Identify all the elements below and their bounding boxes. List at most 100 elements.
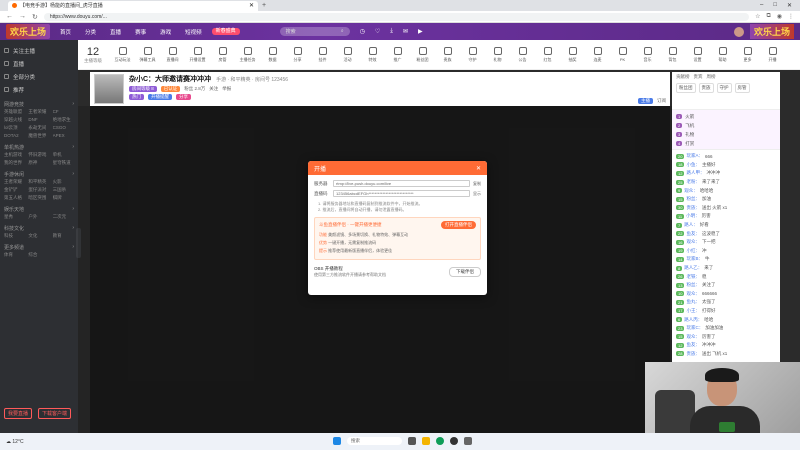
toolbar-tool[interactable]: 背包	[660, 46, 685, 63]
chat-username[interactable]: 小鱼：	[686, 162, 700, 168]
sidebar-item-follow[interactable]: 关注主播	[4, 44, 74, 57]
chat-username[interactable]: 路人丙：	[684, 317, 702, 323]
room-stat[interactable]: 举报	[222, 86, 231, 92]
new-tab-button[interactable]: +	[262, 2, 266, 9]
category-link[interactable]: DOTA2	[4, 133, 25, 139]
back-icon[interactable]: ←	[6, 13, 13, 20]
close-window-button[interactable]: ✕	[787, 2, 792, 9]
maximize-button[interactable]: □	[773, 2, 777, 9]
room-tag[interactable]: 开播提醒	[148, 94, 172, 100]
toolbar-tool[interactable]: 直播间	[160, 46, 185, 63]
chat-username[interactable]: 鱼友：	[686, 342, 700, 348]
sidebar-item-categories[interactable]: 全部分类	[4, 70, 74, 83]
chat-username[interactable]: 老铁：	[686, 274, 700, 280]
rank-row[interactable]: 1 火箭	[676, 112, 776, 121]
extensions-icon[interactable]: ⧉	[766, 13, 770, 20]
sidebar-section-header[interactable]: 网游竞技 ›	[4, 101, 74, 109]
category-link[interactable]: 蛋仔派对	[28, 187, 49, 193]
taskbar-search[interactable]: 搜索	[347, 437, 402, 445]
toolbar-tool[interactable]: 互动玩法	[110, 46, 135, 63]
category-link[interactable]: 暗区突围	[28, 195, 49, 201]
toolbar-tool[interactable]: PK	[610, 46, 635, 63]
address-bar[interactable]: https://www.douyu.com/...	[43, 12, 750, 21]
toolbar-tool[interactable]: 主播任务	[235, 46, 260, 63]
file-explorer-icon[interactable]	[422, 437, 430, 445]
category-link[interactable]: 我的世界	[4, 160, 25, 166]
open-companion-button[interactable]: 打开直播伴侣	[441, 221, 476, 229]
reload-icon[interactable]: ↻	[32, 13, 38, 21]
room-right-info[interactable]: 订阅	[657, 98, 666, 104]
category-link[interactable]: 绝地求生	[53, 117, 74, 123]
sidebar-section-header[interactable]: 科技文化 ›	[4, 225, 74, 233]
toolbar-tool[interactable]: 开播设置	[185, 46, 210, 63]
toolbar-tool[interactable]: 贵族	[435, 46, 460, 63]
category-link[interactable]: 怀旧游戏	[28, 152, 49, 158]
chat-username[interactable]: 鱼丸：	[686, 299, 700, 305]
follow-icon[interactable]: ♡	[375, 28, 380, 35]
sidebar-section-header[interactable]: 娱乐天地 ›	[4, 206, 74, 214]
tab-fans[interactable]: 粉丝团	[676, 83, 696, 93]
category-link[interactable]: 星穹铁道	[53, 160, 74, 166]
chat-username[interactable]: 路人乙：	[684, 265, 702, 271]
toolbar-tool[interactable]: 礼物	[485, 46, 510, 63]
obs-icon[interactable]	[450, 437, 458, 445]
category-link[interactable]: 魔兽世界	[28, 133, 49, 139]
sidebar-section-header[interactable]: 手游休闲 ›	[4, 171, 74, 179]
category-link[interactable]: 和平精英	[28, 179, 49, 185]
chat-username[interactable]: 小王：	[686, 308, 700, 314]
chat-username[interactable]: 玩家A：	[686, 153, 703, 159]
category-link[interactable]: 三国杀	[53, 187, 74, 193]
category-link[interactable]: 原神	[28, 160, 49, 166]
category-link[interactable]: lol云顶	[4, 125, 25, 131]
category-link[interactable]: 主机游戏	[4, 152, 25, 158]
event-badge[interactable]: 新春盛典	[211, 28, 240, 35]
chat-username[interactable]: 路人甲：	[686, 170, 704, 176]
streamer-avatar[interactable]	[94, 74, 124, 104]
show-key-toggle[interactable]: 显示	[473, 191, 481, 197]
tab-noble[interactable]: 贵族	[698, 83, 714, 93]
forward-icon[interactable]: →	[19, 13, 26, 20]
category-link[interactable]: 星秀	[4, 214, 25, 220]
category-link[interactable]: 王者荣耀	[4, 179, 25, 185]
chat-username[interactable]: 鱼友：	[686, 231, 700, 237]
stream-key-field[interactable]: 123456abcdEFGh**************************…	[333, 190, 470, 197]
category-link[interactable]: CF	[53, 109, 74, 115]
close-tab-icon[interactable]: ✕	[249, 2, 254, 9]
chat-username[interactable]: 小明：	[686, 213, 700, 219]
search-icon[interactable]: ⌕	[341, 28, 344, 35]
toolbar-tool[interactable]: 更多	[735, 46, 760, 63]
toolbar-tool[interactable]: 开播	[760, 46, 785, 63]
chat-username[interactable]: 贵族：	[686, 205, 700, 211]
toolbar-tool[interactable]: 活动	[335, 46, 360, 63]
chat-username[interactable]: 观众：	[686, 334, 700, 340]
chat-username[interactable]: 粉丝：	[686, 282, 700, 288]
chat-username[interactable]: 玩家C：	[686, 325, 703, 331]
category-link[interactable]: 体育	[4, 252, 25, 258]
toolbar-tool[interactable]: 推广	[385, 46, 410, 63]
tab-admin[interactable]: 房管	[734, 83, 750, 93]
toolbar-tool[interactable]: 特效	[360, 46, 385, 63]
toolbar-tool[interactable]: 设置	[685, 46, 710, 63]
chat-username[interactable]: 观众：	[686, 291, 700, 297]
chat-username[interactable]: 路人：	[684, 222, 698, 228]
category-link[interactable]: 火影	[53, 179, 74, 185]
category-link[interactable]: 教育	[53, 233, 74, 239]
category-link[interactable]: 王者荣耀	[28, 109, 49, 115]
sidebar-section-header[interactable]: 更多频道 ›	[4, 244, 74, 252]
sidebar-item-live[interactable]: 直播	[4, 57, 74, 70]
tab-guard[interactable]: 守护	[716, 83, 732, 93]
category-link[interactable]: 二次元	[53, 214, 74, 220]
category-link[interactable]: 文化	[28, 233, 49, 239]
nav-item[interactable]: 分类	[85, 28, 96, 36]
category-link[interactable]: 棋牌	[53, 195, 74, 201]
broadcast-icon[interactable]: ▶	[418, 28, 423, 35]
chat-username[interactable]: 贵族：	[686, 351, 700, 357]
download-companion-button[interactable]: 下载伴侣	[449, 267, 481, 277]
search-input[interactable]: 搜索 ⌕	[279, 27, 350, 36]
streamer-level[interactable]: 12 主播等级	[84, 46, 102, 64]
category-link[interactable]: 单机	[53, 152, 74, 158]
sidebar-section-header[interactable]: 单机热游 ›	[4, 144, 74, 152]
chat-username[interactable]: 粉丝：	[686, 196, 700, 202]
category-link[interactable]: 穿越火线	[4, 117, 25, 123]
category-link[interactable]: 综合	[28, 252, 49, 258]
